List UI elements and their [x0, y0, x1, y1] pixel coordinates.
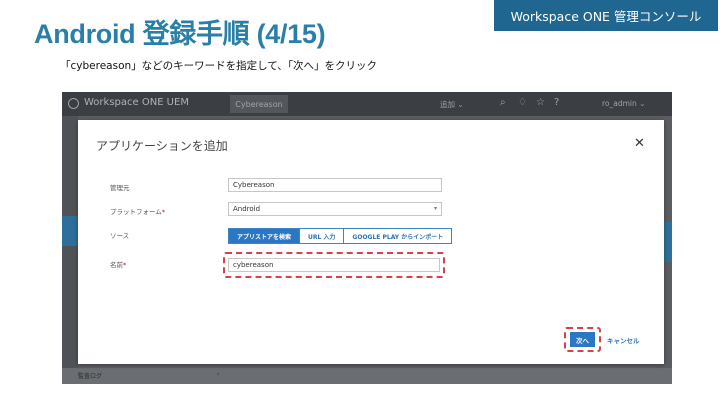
console-logo-icon: [68, 98, 79, 109]
chevron-down-icon: ▾: [433, 205, 437, 212]
source-segmented-control: アプリストアを検索 URL 入力 GOOGLE PLAY からインポート: [228, 228, 453, 244]
background-row-label: 監査ログ: [78, 373, 103, 380]
name-label-text: 名前: [110, 261, 123, 269]
name-highlight: [223, 252, 445, 278]
bell-icon[interactable]: ♢: [518, 97, 527, 108]
product-tag: Workspace ONE 管理コンソール: [494, 0, 718, 31]
left-nav-rail: [62, 116, 78, 384]
platform-value: Android: [233, 205, 261, 213]
platform-label: プラットフォーム*: [110, 206, 165, 216]
required-mark: *: [123, 261, 127, 269]
managed-by-label: 管理元: [110, 184, 130, 192]
source-option-url[interactable]: URL 入力: [300, 229, 345, 243]
search-icon[interactable]: ⌕: [500, 97, 506, 108]
console-screenshot: Workspace ONE UEM Cybereason 追加 ⌄ ⌕ ♢ ☆ …: [62, 92, 672, 384]
add-dropdown[interactable]: 追加 ⌄: [440, 99, 464, 110]
managed-by-field[interactable]: Cybereason: [228, 178, 442, 192]
console-brand: Workspace ONE UEM: [84, 97, 189, 108]
background-table-row: 監査ログ ›: [62, 368, 672, 384]
left-nav-active-item[interactable]: [62, 216, 78, 246]
next-highlight: [564, 327, 601, 352]
global-search-chip[interactable]: Cybereason: [230, 95, 288, 113]
side-panel-tab[interactable]: [664, 222, 672, 262]
instruction-text: 「cybereason」などのキーワードを指定して、「次へ」をクリック: [60, 60, 378, 72]
help-icon[interactable]: ?: [554, 97, 559, 108]
required-mark: *: [161, 208, 166, 216]
add-application-modal: アプリケーションを追加 ✕ 管理元 Cybereason プラットフォーム* A…: [78, 120, 664, 364]
platform-label-text: プラットフォーム: [110, 208, 162, 216]
name-label: 名前*: [110, 259, 126, 269]
close-icon[interactable]: ✕: [634, 136, 645, 151]
source-label: ソース: [110, 232, 130, 240]
console-top-bar: Workspace ONE UEM Cybereason 追加 ⌄ ⌕ ♢ ☆ …: [62, 92, 672, 116]
source-option-app-store[interactable]: アプリストアを検索: [229, 229, 301, 243]
source-option-google-play[interactable]: GOOGLE PLAY からインポート: [344, 229, 451, 243]
platform-select[interactable]: Android ▾: [228, 202, 442, 216]
modal-title: アプリケーションを追加: [96, 139, 228, 153]
slide-title: Android 登録手順 (4/15): [34, 19, 326, 49]
star-icon[interactable]: ☆: [536, 97, 545, 108]
chevron-right-icon: ›: [217, 371, 220, 378]
cancel-button[interactable]: キャンセル: [607, 335, 640, 345]
user-menu[interactable]: ro_admin ⌄: [602, 99, 645, 108]
